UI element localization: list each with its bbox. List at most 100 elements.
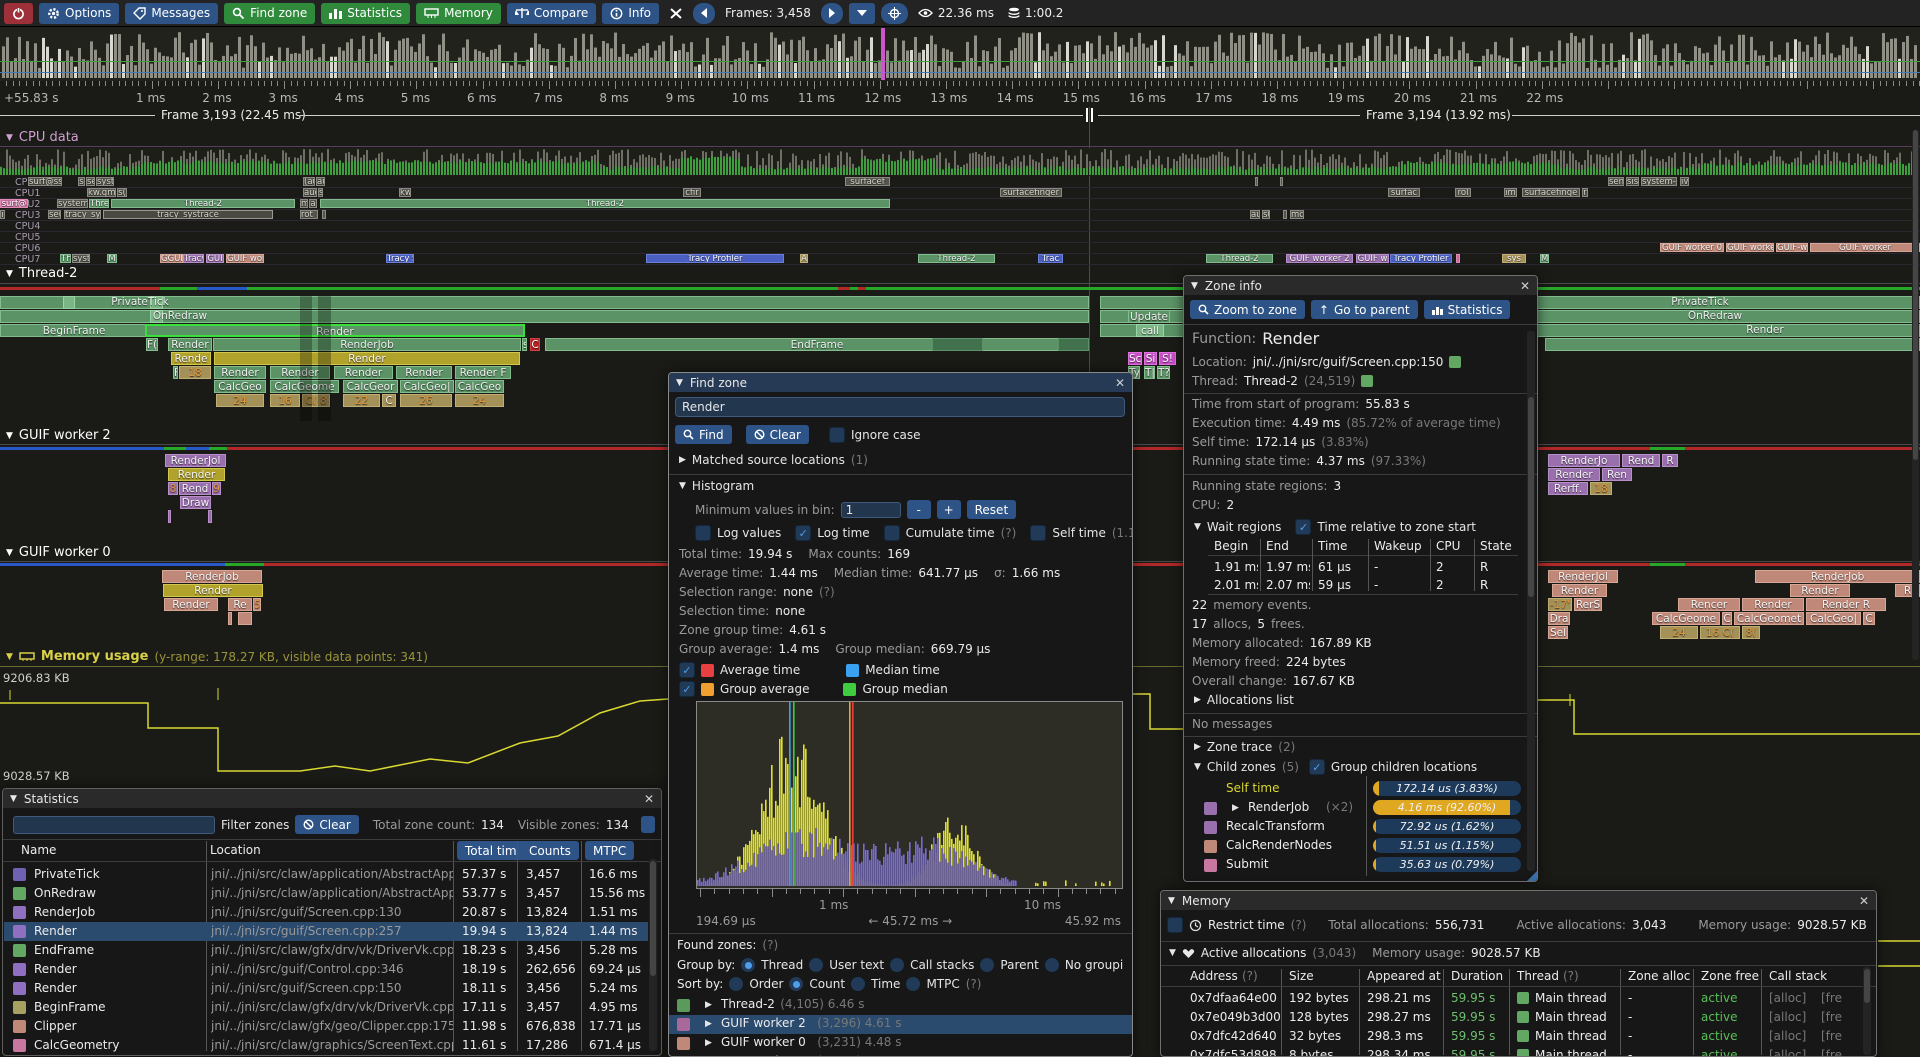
help-icon[interactable]: (?) <box>762 938 778 952</box>
clipped-button[interactable] <box>641 816 655 833</box>
cumulate-time-checkbox[interactable] <box>884 525 900 541</box>
collapse-icon[interactable]: ▼ <box>1194 522 1201 532</box>
show-avg-checkbox[interactable]: ✓ <box>679 662 695 678</box>
wait-col[interactable]: End <box>1266 539 1289 553</box>
expand-icon[interactable]: ▶ <box>1232 803 1239 813</box>
radio-no-groupi[interactable] <box>1045 958 1059 972</box>
table-row[interactable]: Renderjni/../jni/src/guif/Control.cpp:34… <box>4 960 648 979</box>
restrict-time-checkbox[interactable] <box>1167 917 1183 933</box>
zone-name[interactable]: Clipper <box>34 1019 204 1033</box>
child-zone-row[interactable]: Submit35.63 us (0.79%) <box>1184 856 1524 875</box>
memory-table-row[interactable]: 0x7dfc53d8988 bytes298.34 ms59.95 sMain … <box>1161 1046 1876 1057</box>
alloc-callstack[interactable]: [alloc] <box>1769 1048 1806 1057</box>
close-icon[interactable]: ✕ <box>1115 376 1125 390</box>
collapse-icon[interactable]: ▼ <box>10 794 17 804</box>
zone-name[interactable]: Render <box>34 924 204 938</box>
expand-icon[interactable]: ▶ <box>1194 742 1201 752</box>
help-icon[interactable]: (?) <box>1242 969 1258 983</box>
increment-button[interactable]: + <box>937 500 961 519</box>
child-zone-row[interactable]: RecalcTransform72.92 us (1.62%) <box>1184 818 1524 837</box>
collapse-icon[interactable]: ▼ <box>1169 948 1176 958</box>
found-zone-group[interactable]: ▶GUIF worker 2(3,296) 4.61 s <box>669 1015 1133 1034</box>
wait-col[interactable]: Wakeup <box>1374 539 1422 553</box>
memory-table-row[interactable]: 0x7e049b3d00128 bytes298.27 ms59.95 sMai… <box>1161 1008 1876 1027</box>
thread-value[interactable]: Thread-2 <box>1244 374 1298 388</box>
histogram-section-label[interactable]: Histogram <box>692 479 754 493</box>
wait-col[interactable]: CPU <box>1436 539 1460 553</box>
alloc-address[interactable]: 0x7dfc53d898 <box>1190 1048 1277 1057</box>
close-icon[interactable]: ✕ <box>1520 279 1530 293</box>
free-callstack[interactable]: [fre <box>1821 991 1842 1005</box>
zone-location[interactable]: jni/../jni/src/claw/gfx/geo/Clipper.cpp:… <box>211 1019 453 1033</box>
statistics-scrollbar[interactable] <box>649 859 657 1051</box>
zone-name[interactable]: EndFrame <box>34 943 204 957</box>
filter-input[interactable] <box>13 816 215 834</box>
child-zone-row[interactable]: ▶RenderJob(×2)4.16 ms (92.60%) <box>1184 799 1524 818</box>
allocations-list-label[interactable]: Allocations list <box>1207 693 1294 707</box>
zone-location[interactable]: jni/../jni/src/guif/Screen.cpp:150 <box>211 981 453 995</box>
child-zone-row[interactable]: Self time172.14 us (3.83%) <box>1184 780 1524 799</box>
find-button[interactable]: Find <box>675 425 732 444</box>
help-icon[interactable]: (?) <box>819 585 835 599</box>
zone-location[interactable]: jni/../jni/src/guif/Screen.cpp:130 <box>211 905 453 919</box>
timeline-scrollbar[interactable] <box>1912 130 1919 660</box>
child-zones-label[interactable]: Child zones <box>1207 760 1276 774</box>
search-input[interactable]: Render <box>675 397 1125 417</box>
help-icon[interactable]: (?) <box>966 977 982 991</box>
zone-name[interactable]: RenderJob <box>34 905 204 919</box>
statistics-button[interactable]: Statistics <box>1424 300 1511 319</box>
mem-col[interactable]: Call stack <box>1769 969 1827 983</box>
zone-location[interactable]: jni/../jni/src/claw/gfx/drv/vk/DriverVk.… <box>211 943 453 957</box>
alloc-thread[interactable]: Main thread <box>1535 1048 1607 1057</box>
group-name[interactable]: Thread-2 <box>721 997 775 1011</box>
time-histogram[interactable] <box>696 701 1123 889</box>
col-location[interactable]: Location <box>210 843 261 857</box>
mem-col[interactable]: Duration <box>1451 969 1503 983</box>
mem-col[interactable]: Zone free <box>1701 969 1759 983</box>
alloc-callstack[interactable]: [alloc] <box>1769 991 1806 1005</box>
statistics-titlebar[interactable]: ▼ Statistics ✕ <box>3 789 661 808</box>
col-mtpc[interactable]: MTPC <box>585 841 634 860</box>
reset-button[interactable]: Reset <box>967 500 1017 519</box>
alloc-thread[interactable]: Main thread <box>1535 1029 1607 1043</box>
found-zone-group[interactable]: ▶GUIF worker 1(3,192) 4.39 s <box>669 1053 1133 1057</box>
memory-table-row[interactable]: 0x7dfaa64e00192 bytes298.21 ms59.95 sMai… <box>1161 989 1876 1008</box>
memory-scrollbar[interactable] <box>1863 967 1871 1055</box>
zone-name[interactable]: Render <box>34 981 204 995</box>
wait-col[interactable]: State <box>1480 539 1512 553</box>
wait-col[interactable]: Begin <box>1214 539 1248 553</box>
child-zone-row[interactable]: CalcRenderNodes51.51 us (1.15%) <box>1184 837 1524 856</box>
alloc-address[interactable]: 0x7dfaa64e00 <box>1190 991 1277 1005</box>
wait-regions-label[interactable]: Wait regions <box>1207 520 1282 534</box>
collapse-icon[interactable]: ▼ <box>1191 281 1198 291</box>
zone-name[interactable]: BeginFrame <box>34 1000 204 1014</box>
close-icon[interactable]: ✕ <box>1859 894 1869 908</box>
free-callstack[interactable]: [fre <box>1821 1010 1842 1024</box>
mem-col[interactable]: Zone alloc <box>1628 969 1690 983</box>
group-name[interactable]: GUIF worker 2 <box>721 1016 806 1030</box>
find-zone-titlebar[interactable]: ▼ Find zone ✕ <box>669 373 1132 392</box>
zone-info-titlebar[interactable]: ▼ Zone info ✕ <box>1184 276 1537 295</box>
radio-call-stacks[interactable] <box>890 958 904 972</box>
table-row[interactable]: Render jni/../jni/src/guif/Screen.cpp:150… <box>4 979 648 998</box>
log-time-checkbox[interactable]: ✓ <box>795 525 811 541</box>
alloc-callstack[interactable]: [alloc] <box>1769 1029 1806 1043</box>
mem-col[interactable]: Appeared at <box>1367 969 1441 983</box>
table-row[interactable]: EndFrame jni/../jni/src/claw/gfx/drv/vk/D… <box>4 941 648 960</box>
histogram-range[interactable]: ← 45.72 ms → <box>868 914 952 928</box>
zone-name[interactable]: OnRedraw <box>34 886 204 900</box>
ignore-case-checkbox[interactable] <box>829 427 845 443</box>
zoom-to-zone-button[interactable]: Zoom to zone <box>1190 300 1305 319</box>
zone-name[interactable]: PrivateTick <box>34 867 204 881</box>
active-allocations-label[interactable]: Active allocations <box>1201 946 1307 960</box>
table-row[interactable]: Clipper jni/../jni/src/claw/gfx/geo/Clipp… <box>4 1017 648 1036</box>
alloc-callstack[interactable]: [alloc] <box>1769 1010 1806 1024</box>
group-name[interactable]: GUIF worker 0 <box>721 1035 806 1049</box>
time-relative-checkbox[interactable]: ✓ <box>1295 519 1311 535</box>
expand-icon[interactable]: ▶ <box>705 1019 712 1029</box>
mem-col[interactable]: Size <box>1289 969 1314 983</box>
col-counts[interactable]: Counts <box>521 841 579 860</box>
wait-col[interactable]: Time <box>1318 539 1347 553</box>
help-icon[interactable]: (?) <box>1001 526 1017 540</box>
child-zone-name[interactable]: Submit <box>1226 857 1269 871</box>
